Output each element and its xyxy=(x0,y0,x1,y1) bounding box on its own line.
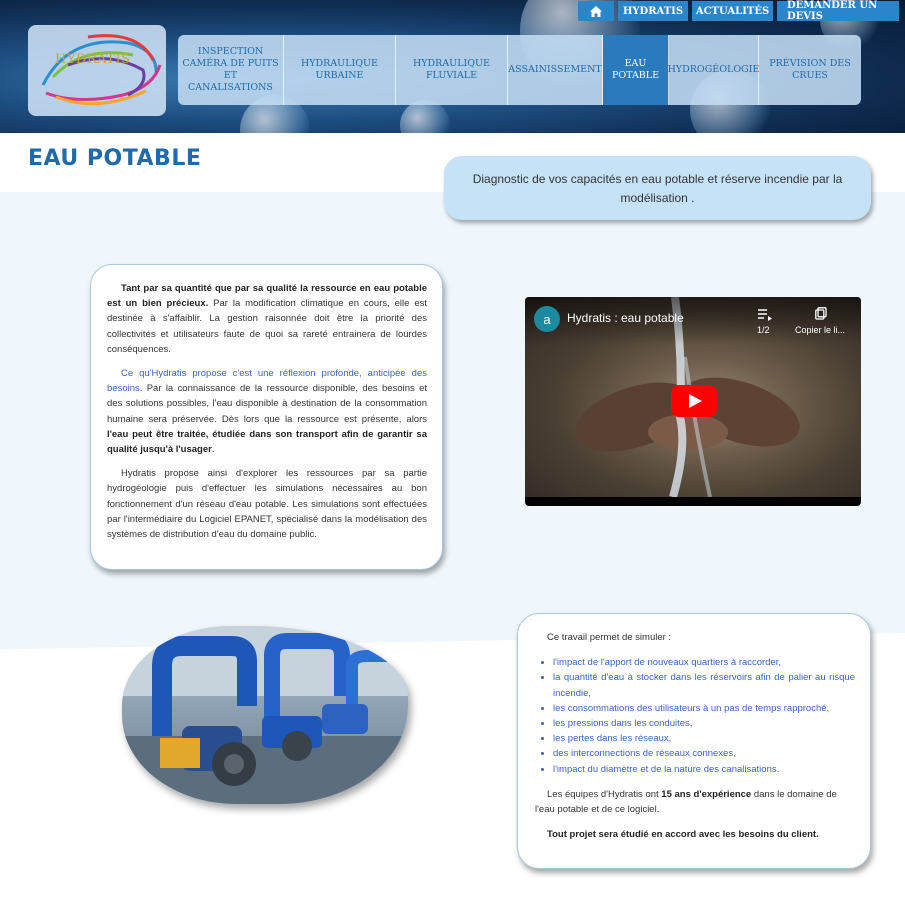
closing-statement: Tout projet sera étudié en accord avec l… xyxy=(535,827,855,842)
pumps-illustration xyxy=(122,626,408,804)
list-item: la quantité d'eau à stocker dans les rés… xyxy=(553,670,855,700)
channel-avatar[interactable]: a xyxy=(534,306,560,332)
intro-paragraph-3: Hydratis propose ainsi d'explorer les re… xyxy=(107,468,427,541)
intro-paragraph-1: Tant par sa quantité que par sa qualité … xyxy=(107,281,427,357)
nav-hydraulique-fluviale[interactable]: HYDRAULIQUE FLUVIALE xyxy=(396,35,508,105)
simulation-card: Ce travail permet de simuler : l'impact … xyxy=(517,613,871,869)
list-item: les pressions dans les conduites, xyxy=(553,716,855,731)
play-button[interactable] xyxy=(671,385,717,417)
nav-prevision-crues[interactable]: PRÉVISION DES CRUES xyxy=(759,35,861,105)
site-header: HYDRATIS ACTUALITÉS DEMANDER UN DEVIS HY… xyxy=(0,0,905,133)
list-item: l'impact du diamètre et de la nature des… xyxy=(553,762,855,777)
nav-hydrogeologie[interactable]: HYDROGÉOLOGIE xyxy=(668,35,759,105)
nav-hydraulique-urbaine[interactable]: HYDRAULIQUE URBAINE xyxy=(284,35,396,105)
list-item: des interconnections de réseaux connexes… xyxy=(553,746,855,761)
playlist-count: 1/2 xyxy=(757,325,770,335)
video-embed[interactable]: a Hydratis : eau potable 1/2 Copier le l… xyxy=(525,297,861,506)
logo[interactable]: HYDRATIS xyxy=(28,25,166,116)
intro-p2-bold: l'eau peut être traitée, étudiée dans so… xyxy=(107,428,427,456)
nav-inspection-camera[interactable]: INSPECTION CAMÉRA DE PUITS ET CANALISATI… xyxy=(178,35,284,105)
simulation-list: l'impact de l'apport de nouveaux quartie… xyxy=(549,655,855,777)
simulation-intro: Ce travail permet de simuler : xyxy=(547,632,672,643)
video-title[interactable]: Hydratis : eau potable xyxy=(567,311,684,325)
logo-text: HYDRATIS xyxy=(55,52,131,67)
topnav-hydratis[interactable]: HYDRATIS xyxy=(618,1,688,21)
playlist-icon[interactable] xyxy=(758,309,772,321)
topnav-actualites[interactable]: ACTUALITÉS xyxy=(692,1,773,21)
nav-assainissement[interactable]: ASSAINISSEMENT xyxy=(508,35,603,105)
page-title: EAU POTABLE xyxy=(28,146,202,171)
experience-paragraph: Les équipes d'Hydratis ont 15 ans d'expé… xyxy=(535,787,855,817)
nav-eau-potable[interactable]: EAU POTABLE xyxy=(603,35,669,105)
home-icon xyxy=(590,5,602,17)
diagnostic-banner: Diagnostic de vos capacités en eau potab… xyxy=(444,156,871,220)
main-nav: INSPECTION CAMÉRA DE PUITS ET CANALISATI… xyxy=(178,35,861,105)
list-item: l'impact de l'apport de nouveaux quartie… xyxy=(553,655,855,670)
intro-card: Tant par sa quantité que par sa qualité … xyxy=(90,264,443,570)
topnav-demander-devis[interactable]: DEMANDER UN DEVIS xyxy=(777,0,899,22)
intro-paragraph-2: Ce qu'Hydratis propose c'est une réflexi… xyxy=(107,366,427,457)
experience-pre: Les équipes d'Hydratis ont xyxy=(547,788,662,800)
top-nav: HYDRATIS ACTUALITÉS DEMANDER UN DEVIS xyxy=(578,0,899,22)
copy-link-label[interactable]: Copier le li... xyxy=(795,325,845,335)
copy-icon[interactable] xyxy=(815,307,827,320)
list-item: les consommations des utilisateurs à un … xyxy=(553,701,855,716)
intro-p2-mid: . Par la connaissance de la ressource di… xyxy=(107,383,427,425)
pump-station-image xyxy=(122,626,408,804)
experience-years: 15 ans d'expérience xyxy=(661,788,752,800)
list-item: les pertes dans les réseaux, xyxy=(553,731,855,746)
intro-p2-end: . xyxy=(211,444,215,456)
closing-bold: Tout projet sera étudié en accord avec l… xyxy=(547,829,819,841)
home-button[interactable] xyxy=(578,1,614,21)
logo-swirl-icon xyxy=(41,34,162,106)
